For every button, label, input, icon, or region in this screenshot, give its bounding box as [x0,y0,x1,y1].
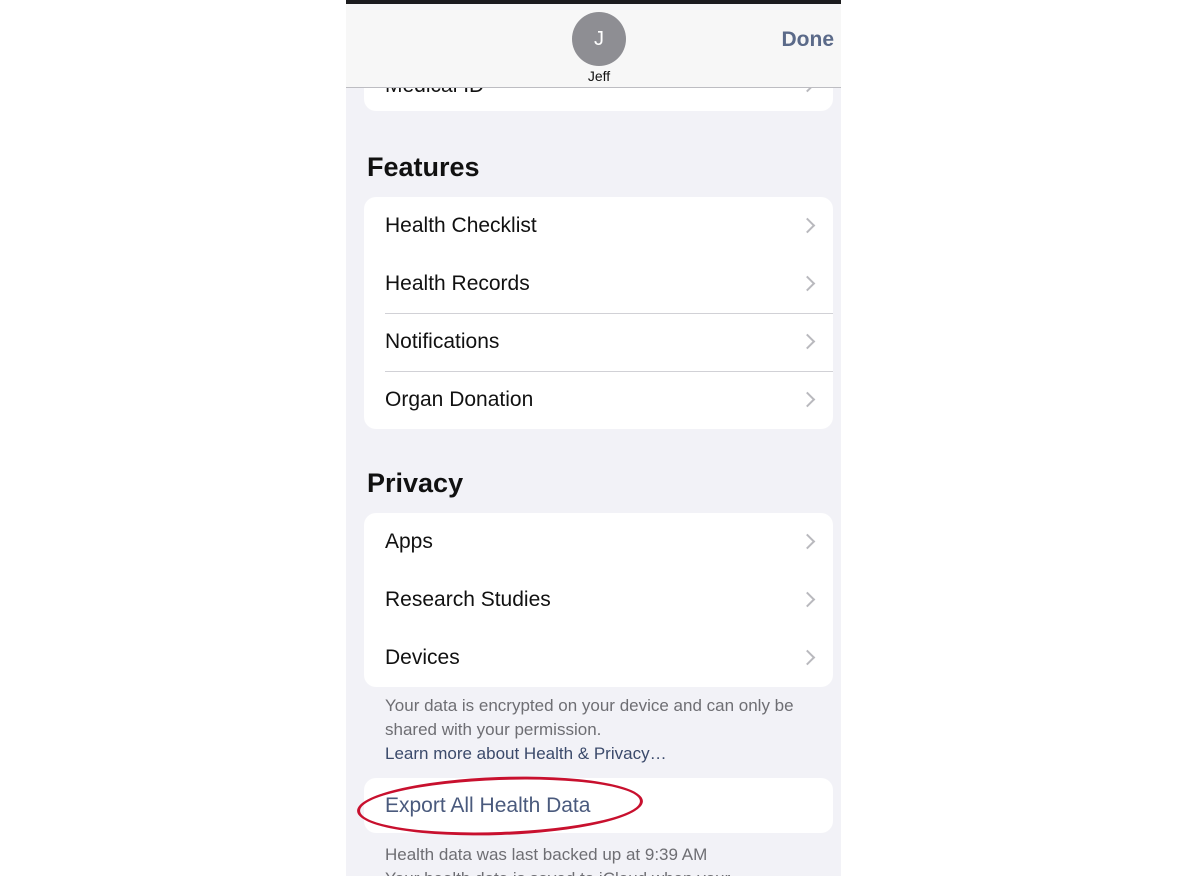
navigation-header: J Jeff Done [346,4,841,88]
user-name: Jeff [587,68,611,84]
chevron-right-icon [799,217,816,234]
privacy-item-research-studies[interactable]: Research Studies [364,571,833,629]
privacy-footnote-text: Your data is encrypted on your device an… [385,696,794,739]
features-item-organ-donation[interactable]: Organ Donation [364,371,833,429]
row-separator [385,371,833,372]
health-settings-screen: Medical ID Features Health Checklist Hea… [346,0,841,876]
privacy-card: Apps Research Studies Devices [364,513,833,687]
list-item-label: Apps [385,530,433,553]
chevron-right-icon [799,275,816,292]
row-separator [385,313,833,314]
features-section-title: Features [367,152,480,182]
privacy-footnote: Your data is encrypted on your device an… [385,694,815,766]
list-item-label: Research Studies [385,588,551,611]
features-item-notifications[interactable]: Notifications [364,313,833,371]
done-button[interactable]: Done [782,28,835,52]
list-item-label: Health Checklist [385,214,537,237]
features-item-health-checklist[interactable]: Health Checklist [364,197,833,255]
privacy-section-title: Privacy [367,468,464,498]
settings-scroll-view[interactable]: Medical ID Features Health Checklist Hea… [346,0,841,876]
list-item-label: Notifications [385,330,500,353]
avatar[interactable]: J [572,12,626,66]
backup-note: Health data was last backed up at 9:39 A… [385,845,708,864]
list-item-label: Health Records [385,272,530,295]
privacy-item-apps[interactable]: Apps [364,513,833,571]
icloud-note: Your health data is saved to iCloud when… [385,867,815,876]
privacy-item-devices[interactable]: Devices [364,629,833,687]
list-item-label: Organ Donation [385,388,534,411]
features-item-health-records[interactable]: Health Records [364,255,833,313]
health-privacy-link[interactable]: Learn more about Health & Privacy… [385,742,815,766]
features-card: Health Checklist Health Records Notifica… [364,197,833,429]
chevron-right-icon [799,333,816,350]
chevron-right-icon [799,591,816,608]
backup-footnote: Health data was last backed up at 9:39 A… [385,843,815,876]
list-item-label: Devices [385,646,460,669]
chevron-right-icon [799,391,816,408]
chevron-right-icon [799,649,816,666]
chevron-right-icon [799,533,816,550]
avatar-initial: J [594,27,604,50]
